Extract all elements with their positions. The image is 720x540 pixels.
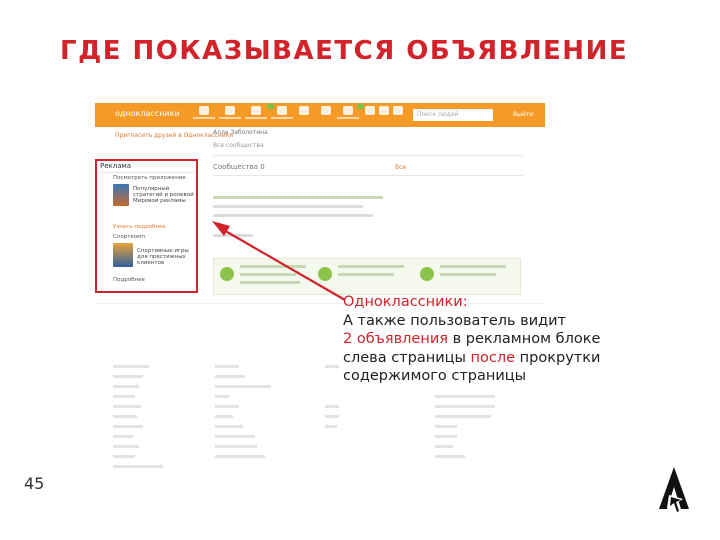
callout-line-3: слева страницы после прокрутки (343, 349, 693, 368)
callout-line-2-rest: в рекламном блоке (447, 331, 601, 347)
callout-line-3-start: слева страницы (343, 349, 471, 366)
callout-line-2: 2 объявления в рекламном блоке (343, 330, 693, 349)
callout-heading: Одноклассники: (343, 294, 468, 310)
arrow-line (221, 228, 346, 301)
arrow-head (212, 221, 230, 236)
callout-highlight-after: после (470, 349, 516, 366)
page-number: 45 (24, 474, 45, 493)
pointer-arrow (212, 221, 346, 301)
brand-logo-icon (659, 467, 689, 514)
callout-line-1: А также пользователь видит (343, 312, 567, 329)
callout-highlight-ads: 2 объявления (343, 331, 448, 347)
callout-line-3-rest: прокрутки (515, 349, 601, 366)
callout-text: Одноклассники: А также пользователь види… (343, 293, 693, 386)
callout-line-4: содержимого страницы (343, 368, 527, 384)
